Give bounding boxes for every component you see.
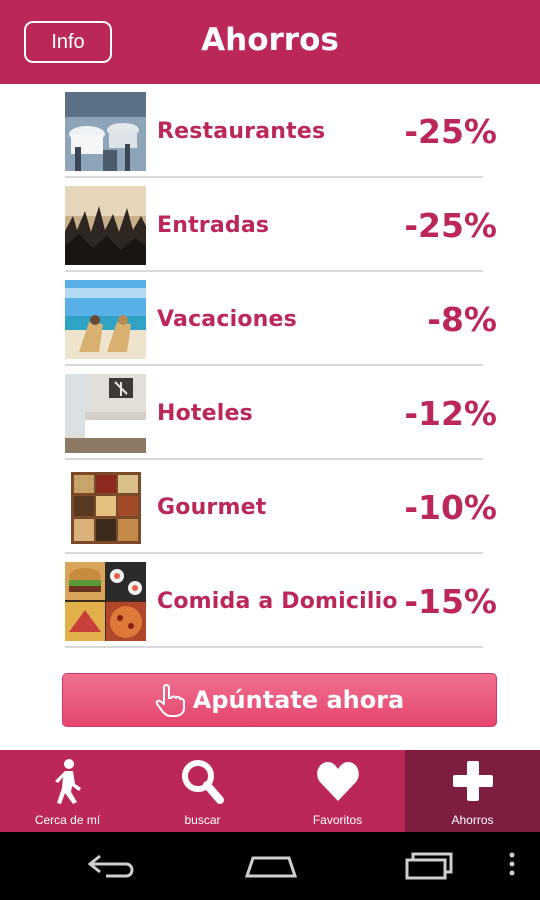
plus-icon xyxy=(452,761,493,801)
discount-value: -8% xyxy=(427,299,497,339)
gourmet-products-photo xyxy=(65,468,146,547)
tab-cerca-de-mi[interactable]: Cerca de mí xyxy=(0,750,135,832)
list-item-hoteles[interactable]: Hoteles -12% xyxy=(0,366,540,460)
category-label: Restaurantes xyxy=(157,118,326,144)
restaurant-photo xyxy=(65,92,146,171)
magnifier-icon xyxy=(181,760,224,804)
category-label: Comida a Domicilio xyxy=(157,588,398,614)
tab-label: Favoritos xyxy=(312,813,363,827)
discount-value: -12% xyxy=(404,393,497,433)
divider xyxy=(65,646,483,648)
discount-value: -10% xyxy=(404,487,497,527)
savings-list: Restaurantes -25% Entradas -25% Vacacion… xyxy=(0,84,540,648)
list-item-comida-a-domicilio[interactable]: Comida a Domicilio -15% xyxy=(0,554,540,648)
tab-label: Ahorros xyxy=(451,813,494,827)
tab-favoritos[interactable]: Favoritos xyxy=(270,750,405,832)
hand-pointer-icon xyxy=(155,684,185,717)
tab-buscar[interactable]: buscar xyxy=(135,750,270,832)
tab-label: buscar xyxy=(184,813,221,827)
back-icon[interactable] xyxy=(86,850,138,880)
discount-value: -15% xyxy=(404,581,497,621)
page-title: Ahorros xyxy=(201,22,339,58)
beach-chairs-photo xyxy=(65,280,146,359)
list-item-restaurantes[interactable]: Restaurantes -25% xyxy=(0,84,540,178)
app-header: Info Ahorros xyxy=(0,0,540,84)
signup-button-label: Apúntate ahora xyxy=(192,686,405,714)
overflow-menu-icon[interactable] xyxy=(506,850,518,880)
category-label: Hoteles xyxy=(157,400,253,426)
home-icon[interactable] xyxy=(243,850,299,880)
recents-icon[interactable] xyxy=(403,850,455,880)
concert-crowd-photo xyxy=(65,186,146,265)
list-item-gourmet[interactable]: Gourmet -10% xyxy=(0,460,540,554)
tab-label: Cerca de mí xyxy=(34,813,101,827)
heart-icon xyxy=(316,762,359,801)
food-collage-photo xyxy=(65,562,146,641)
hotel-room-photo xyxy=(65,374,146,453)
system-navigation-bar xyxy=(0,832,540,900)
category-label: Gourmet xyxy=(157,494,267,520)
category-label: Vacaciones xyxy=(157,306,297,332)
walking-person-icon xyxy=(54,759,81,804)
category-label: Entradas xyxy=(157,212,270,238)
list-item-entradas[interactable]: Entradas -25% xyxy=(0,178,540,272)
signup-button[interactable]: Apúntate ahora xyxy=(62,673,497,727)
list-item-vacaciones[interactable]: Vacaciones -8% xyxy=(0,272,540,366)
discount-value: -25% xyxy=(404,205,497,245)
discount-value: -25% xyxy=(404,111,497,151)
bottom-navigation: Cerca de mí buscar Favoritos Ahorros xyxy=(0,750,540,832)
tab-ahorros[interactable]: Ahorros xyxy=(405,750,540,832)
